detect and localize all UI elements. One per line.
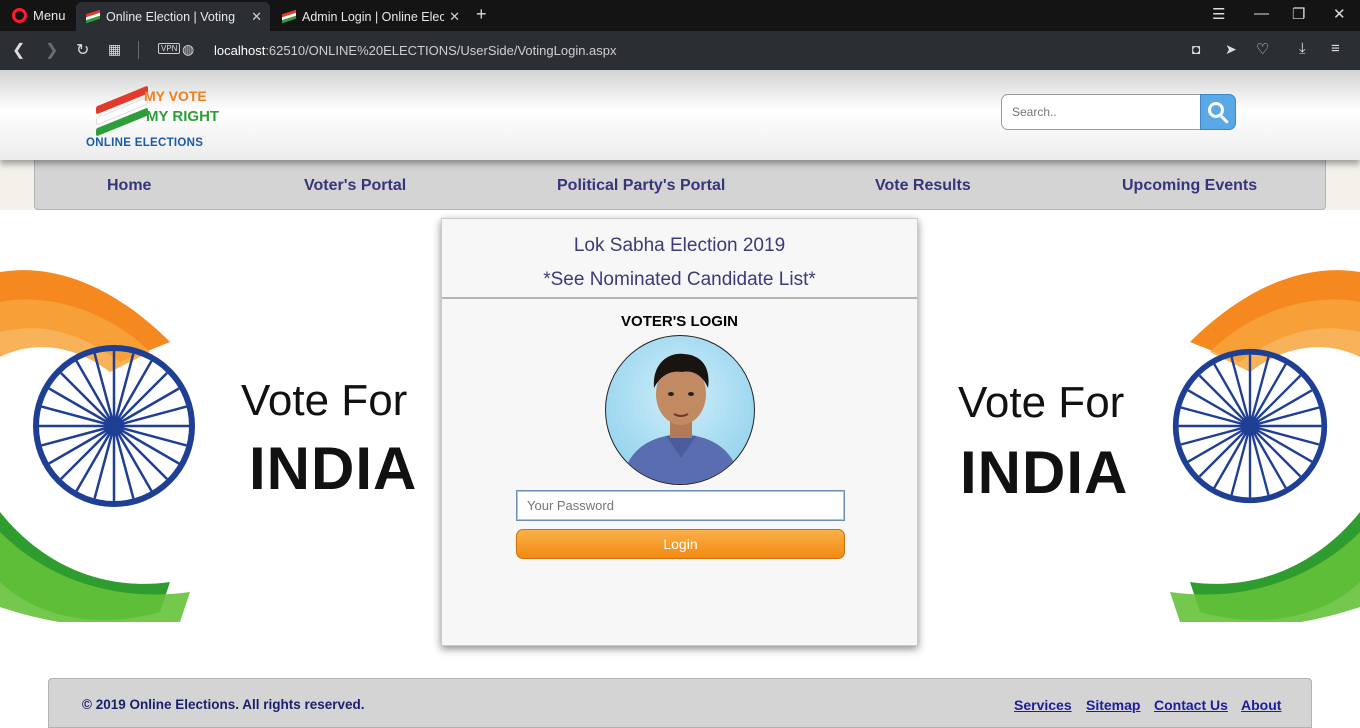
footer-link-services[interactable]: Services: [1014, 697, 1072, 713]
site-footer: © 2019 Online Elections. All rights rese…: [48, 678, 1312, 728]
logo-my-right: MY RIGHT: [146, 108, 220, 125]
nav-political-partys-portal[interactable]: Political Party's Portal: [557, 177, 725, 195]
ashoka-chakra-icon: [33, 345, 195, 507]
main-nav: Home Voter's Portal Political Party's Po…: [34, 160, 1326, 210]
new-tab-plus-icon[interactable]: +: [476, 4, 487, 25]
election-title: Lok Sabha Election 2019: [573, 235, 786, 256]
send-arrow-icon[interactable]: ➤: [1225, 41, 1237, 58]
vpn-badge-icon[interactable]: VPN: [158, 43, 181, 54]
banner-india-text: INDIA: [960, 439, 1129, 506]
site-logo[interactable]: MY VOTE MY RIGHT ONLINE ELECTIONS: [86, 85, 226, 154]
nav-vote-results[interactable]: Vote Results: [875, 177, 971, 195]
copyright-text: © 2019 Online Elections. All rights rese…: [82, 697, 365, 712]
tab-title: Online Election | Voting: [106, 9, 236, 24]
toolbar-separator: [138, 41, 139, 59]
nav-upcoming-events[interactable]: Upcoming Events: [1122, 177, 1257, 195]
forward-icon[interactable]: ❯: [45, 40, 58, 60]
logo-my-vote: MY VOTE: [144, 88, 207, 104]
vote-for-india-banner-right: Vote For INDIA: [930, 262, 1360, 622]
back-icon[interactable]: ❮: [12, 40, 25, 60]
banner-vote-for-text: Vote For: [958, 378, 1125, 427]
heart-icon[interactable]: ♡: [1256, 40, 1269, 58]
tab-title: Admin Login | Online Electi: [302, 9, 444, 24]
browser-address-bar: ❮ ❯ ↻ ▦ VPN ◍ localhost:62510/ONLINE%20E…: [0, 31, 1360, 70]
url-field[interactable]: localhost:62510/ONLINE%20ELECTIONS/UserS…: [214, 43, 617, 58]
speed-dial-grid-icon[interactable]: ▦: [108, 41, 121, 58]
vote-for-india-banner-left: Vote For INDIA: [0, 262, 430, 622]
election-favicon-icon: [86, 9, 100, 24]
login-button[interactable]: Login: [516, 529, 845, 559]
browser-menu-label: Menu: [33, 8, 66, 23]
url-host: localhost: [214, 43, 266, 58]
close-window-icon[interactable]: ✕: [1333, 5, 1346, 23]
password-input[interactable]: [516, 490, 845, 521]
snapshot-camera-icon[interactable]: ◘: [1192, 41, 1200, 57]
browser-tab-bar: Menu Online Election | Voting ✕ Admin Lo…: [0, 0, 1360, 31]
search-icon: [1208, 102, 1224, 118]
tab-close-icon[interactable]: ✕: [251, 9, 262, 25]
globe-icon: ◍: [182, 41, 195, 57]
search-button[interactable]: [1200, 94, 1236, 130]
restore-icon[interactable]: ❐: [1292, 5, 1305, 23]
site-header: MY VOTE MY RIGHT ONLINE ELECTIONS: [0, 70, 1360, 160]
banner-vote-for-text: Vote For: [241, 376, 408, 425]
banner-india-text: INDIA: [249, 435, 418, 502]
footer-link-sitemap[interactable]: Sitemap: [1086, 697, 1140, 713]
election-favicon-icon: [282, 9, 296, 24]
tab-close-icon[interactable]: ✕: [449, 9, 460, 25]
nav-home[interactable]: Home: [107, 177, 151, 195]
voter-login-heading: VOTER'S LOGIN: [621, 313, 738, 330]
nominated-candidate-link[interactable]: *See Nominated Candidate List*: [442, 269, 917, 291]
tab-admin-login[interactable]: Admin Login | Online Electi ✕: [272, 2, 468, 31]
voter-login-card: Lok Sabha Election 2019 *See Nominated C…: [441, 218, 918, 646]
footer-link-about[interactable]: About: [1241, 697, 1281, 713]
opera-logo-icon: [12, 8, 27, 23]
ashoka-chakra-icon: [1172, 348, 1328, 504]
minimize-icon[interactable]: —: [1254, 5, 1269, 22]
voter-photo-avatar: [605, 335, 755, 485]
tab-online-election-voting[interactable]: Online Election | Voting ✕: [76, 2, 270, 31]
nav-voters-portal[interactable]: Voter's Portal: [304, 177, 406, 195]
footer-link-contact-us[interactable]: Contact Us: [1154, 697, 1228, 713]
url-path: :62510/ONLINE%20ELECTIONS/UserSide/Votin…: [265, 43, 617, 58]
person-photo-icon: [621, 353, 741, 484]
search-input[interactable]: [1001, 94, 1201, 130]
download-icon[interactable]: ⤓: [1299, 40, 1306, 57]
browser-menu-button[interactable]: Menu: [6, 0, 72, 31]
reload-icon[interactable]: ↻: [76, 40, 89, 60]
tab-menu-icon[interactable]: ☰: [1212, 5, 1225, 23]
logo-online-elections: ONLINE ELECTIONS: [86, 137, 204, 149]
card-divider: [442, 297, 917, 299]
easy-setup-icon[interactable]: ≡: [1331, 40, 1340, 57]
